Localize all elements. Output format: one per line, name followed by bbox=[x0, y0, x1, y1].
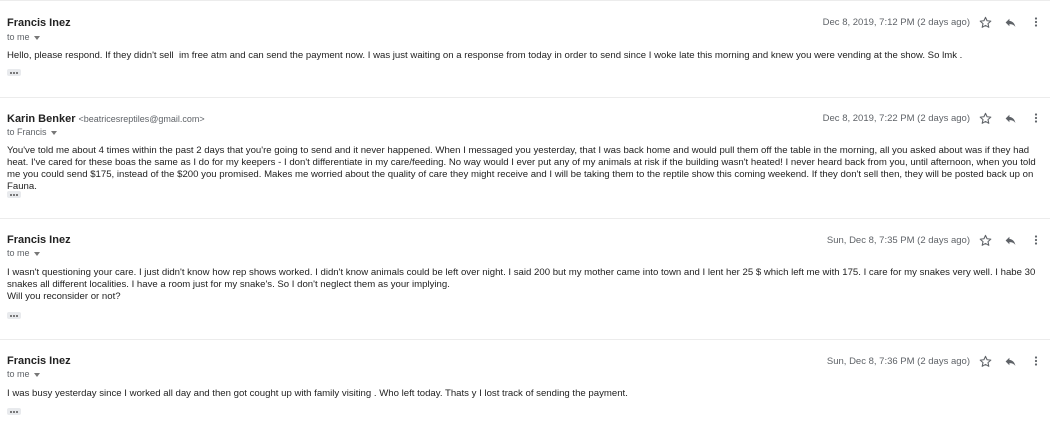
ellipsis-icon[interactable] bbox=[7, 408, 21, 415]
sender-name: Francis Inez bbox=[7, 17, 71, 29]
divider bbox=[0, 97, 1050, 98]
ellipsis-icon[interactable] bbox=[7, 191, 21, 198]
sender-name: Francis Inez bbox=[7, 234, 71, 246]
message-date: Sun, Dec 8, 7:36 PM (2 days ago) bbox=[826, 356, 970, 367]
reply-icon[interactable] bbox=[1003, 233, 1017, 247]
chevron-down-icon bbox=[33, 251, 40, 256]
message-body: I was busy yesterday since I worked all … bbox=[7, 388, 628, 399]
message-date: Dec 8, 2019, 7:12 PM (2 days ago) bbox=[822, 17, 970, 28]
more-vert-icon[interactable] bbox=[1029, 233, 1043, 247]
recipient-toggle[interactable]: to me bbox=[7, 248, 40, 258]
recipient-toggle[interactable]: to me bbox=[7, 32, 40, 42]
ellipsis-icon[interactable] bbox=[7, 312, 21, 319]
more-vert-icon[interactable] bbox=[1029, 111, 1043, 125]
recipient-toggle[interactable]: to me bbox=[7, 369, 40, 379]
ellipsis-icon[interactable] bbox=[7, 69, 21, 76]
recipient-toggle[interactable]: to Francis bbox=[7, 127, 57, 137]
star-icon[interactable] bbox=[978, 15, 992, 29]
message-body: Hello, please respond. If they didn't se… bbox=[7, 50, 963, 61]
reply-icon[interactable] bbox=[1003, 354, 1017, 368]
divider bbox=[0, 339, 1050, 340]
message-body: You've told me about 4 times within the … bbox=[7, 145, 1039, 192]
reply-icon[interactable] bbox=[1003, 15, 1017, 29]
sender-name: Karin Benker <beatricesreptiles@gmail.com… bbox=[7, 113, 205, 125]
chevron-down-icon bbox=[33, 372, 40, 377]
divider bbox=[0, 218, 1050, 219]
star-icon[interactable] bbox=[978, 354, 992, 368]
chevron-down-icon bbox=[50, 130, 57, 135]
more-vert-icon[interactable] bbox=[1029, 354, 1043, 368]
star-icon[interactable] bbox=[978, 111, 992, 125]
sender-name: Francis Inez bbox=[7, 355, 71, 367]
message-body: I wasn't questioning your care. I just d… bbox=[7, 267, 1036, 302]
reply-icon[interactable] bbox=[1003, 111, 1017, 125]
message-date: Dec 8, 2019, 7:22 PM (2 days ago) bbox=[822, 113, 970, 124]
chevron-down-icon bbox=[33, 35, 40, 40]
more-vert-icon[interactable] bbox=[1029, 15, 1043, 29]
message-date: Sun, Dec 8, 7:35 PM (2 days ago) bbox=[826, 235, 970, 246]
divider bbox=[0, 0, 1050, 1]
star-icon[interactable] bbox=[978, 233, 992, 247]
sender-email: <beatricesreptiles@gmail.com> bbox=[78, 114, 205, 124]
